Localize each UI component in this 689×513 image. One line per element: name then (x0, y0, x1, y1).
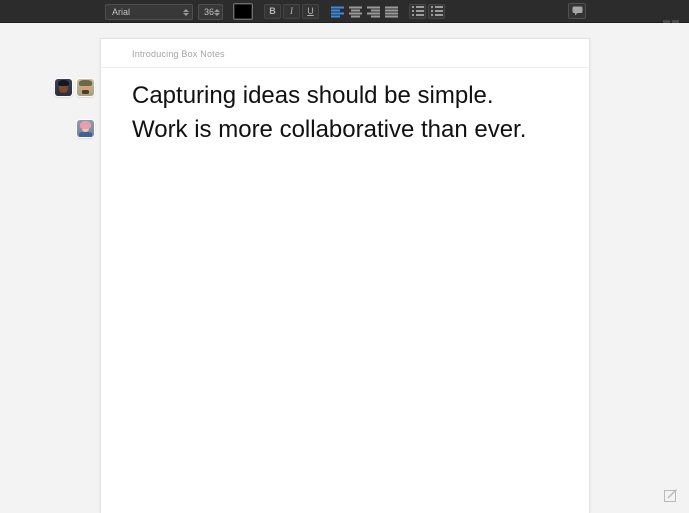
bold-button[interactable]: B (264, 4, 281, 19)
font-size-select[interactable]: 36 (198, 4, 223, 20)
formatting-toolbar: Arial 36 B I U (0, 0, 689, 23)
avatar-art (82, 90, 89, 94)
collaborator-avatar-person-pink-hair[interactable] (77, 120, 94, 137)
align-right-icon (367, 6, 380, 18)
font-family-select[interactable]: Arial (105, 4, 193, 20)
chevron-up-down-icon (183, 9, 189, 16)
align-right-button[interactable] (365, 4, 382, 19)
avatar-art (80, 121, 91, 129)
title-divider (101, 67, 589, 68)
bullet-list-button[interactable] (428, 4, 445, 19)
align-left-button[interactable] (329, 4, 346, 19)
note-line[interactable]: Capturing ideas should be simple. (132, 79, 569, 113)
align-justify-icon (385, 6, 398, 18)
edit-note-button[interactable] (664, 488, 678, 502)
note-page[interactable]: Introducing Box Notes Capturing ideas sh… (100, 38, 590, 513)
underline-button[interactable]: U (302, 4, 319, 19)
align-left-icon (331, 6, 344, 18)
note-editor[interactable]: Capturing ideas should be simple. Work i… (132, 79, 569, 147)
align-justify-button[interactable] (383, 4, 400, 19)
italic-button[interactable]: I (283, 4, 300, 19)
pencil-square-icon (664, 488, 678, 502)
avatar-art (58, 80, 69, 86)
box-notes-window: Arial 36 B I U (0, 0, 689, 513)
collaborator-avatar-man-dark-hair[interactable] (55, 79, 72, 96)
font-family-value: Arial (112, 5, 130, 19)
toolbar-grip-dashes (663, 20, 679, 23)
avatar-art (79, 132, 92, 137)
collaborator-avatar-man-with-hat[interactable] (77, 79, 94, 96)
align-center-button[interactable] (347, 4, 364, 19)
align-center-icon (349, 6, 362, 18)
chevron-up-down-icon (214, 9, 220, 16)
numbered-list-button[interactable] (409, 4, 426, 19)
comments-button[interactable] (568, 3, 586, 19)
comment-bubble-icon (572, 6, 583, 16)
note-title[interactable]: Introducing Box Notes (132, 49, 225, 59)
note-line[interactable]: Work is more collaborative than ever. (132, 113, 569, 147)
color-swatch (235, 5, 251, 18)
numbered-list-icon (412, 6, 424, 17)
avatar-art (79, 80, 92, 86)
font-size-value: 36 (204, 5, 214, 19)
text-color-button[interactable] (233, 3, 253, 20)
bullet-list-icon (431, 6, 443, 17)
